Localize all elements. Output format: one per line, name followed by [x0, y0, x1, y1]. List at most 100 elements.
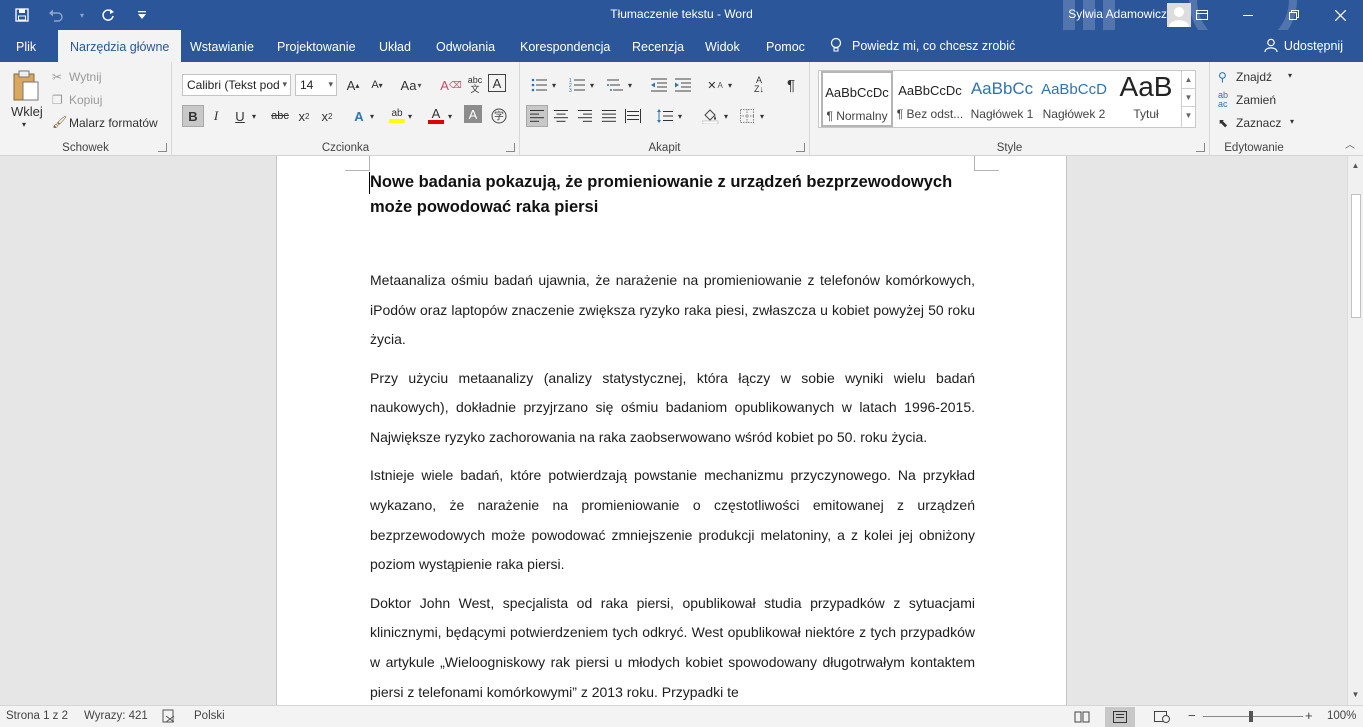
justify-icon[interactable]: [598, 105, 620, 127]
share-button[interactable]: Udostępnij: [1264, 30, 1343, 62]
shading-icon[interactable]: [700, 105, 722, 127]
scroll-up-icon[interactable]: ▲: [1182, 71, 1195, 89]
font-name-combo[interactable]: Calibri (Tekst pod ▾: [182, 74, 291, 96]
minimize-icon[interactable]: [1225, 0, 1271, 30]
change-case-button[interactable]: Aa ▾: [396, 74, 426, 96]
copy-label: Kopiuj: [69, 93, 103, 107]
sort-icon[interactable]: A Z↓: [748, 74, 770, 96]
share-person-icon: [1264, 38, 1278, 55]
share-label: Udostępnij: [1283, 39, 1343, 53]
document-content[interactable]: Nowe badania pokazują, że promieniowanie…: [369, 170, 975, 705]
tell-me-search[interactable]: Powiedz mi, co chcesz zrobić: [830, 30, 1015, 62]
paragraph: Istnieje wiele badań, które potwierdzają…: [370, 467, 975, 573]
zoom-slider-track[interactable]: [1203, 716, 1303, 717]
grow-font-icon[interactable]: A ▴: [342, 74, 364, 96]
enclose-characters-icon[interactable]: 字: [488, 105, 510, 127]
tab-references[interactable]: Odwołania: [424, 30, 507, 62]
style-heading-1[interactable]: AaBbCc Nagłówek 1: [966, 71, 1038, 127]
more-styles-icon[interactable]: ▼: [1182, 107, 1195, 125]
scroll-down-icon[interactable]: ▼: [1348, 687, 1363, 703]
paste-button[interactable]: Wklej ▾: [6, 68, 46, 138]
zoom-out-icon[interactable]: −: [1188, 708, 1196, 723]
collapse-ribbon-icon[interactable]: ︿: [1345, 136, 1355, 151]
chevron-down-icon: ▾: [22, 120, 27, 129]
chevron-down-icon[interactable]: ▾: [724, 74, 736, 96]
tab-insert[interactable]: Wstawianie: [178, 30, 266, 62]
paragraph-launcher-icon[interactable]: [796, 143, 805, 152]
font-launcher-icon[interactable]: [506, 143, 515, 152]
phonetic-guide-icon[interactable]: abc 文: [464, 74, 486, 96]
restore-icon[interactable]: [1271, 0, 1317, 30]
document-page[interactable]: Nowe badania pokazują, że promieniowanie…: [276, 156, 1067, 705]
ribbon-display-options-icon[interactable]: [1179, 0, 1225, 30]
bold-icon[interactable]: B: [182, 105, 204, 127]
crop-mark: [974, 156, 975, 170]
show-formatting-marks-icon[interactable]: ¶: [780, 74, 802, 96]
multilevel-list-icon[interactable]: [604, 74, 626, 96]
clipboard-launcher-icon[interactable]: [158, 143, 167, 152]
chevron-down-icon[interactable]: ▾: [366, 105, 378, 127]
clear-formatting-icon[interactable]: A ⌫: [440, 74, 462, 96]
chevron-down-icon[interactable]: ▾: [624, 74, 636, 96]
crop-mark: [345, 170, 370, 171]
proofing-icon[interactable]: [162, 709, 176, 726]
chevron-down-icon[interactable]: ▾: [586, 74, 598, 96]
language[interactable]: Polski: [194, 710, 225, 722]
superscript-icon[interactable]: x2: [316, 105, 338, 127]
align-center-icon[interactable]: [550, 105, 572, 127]
character-border-icon[interactable]: A: [488, 74, 506, 92]
line-spacing-icon[interactable]: [654, 105, 676, 127]
tab-help[interactable]: Pomoc: [754, 30, 817, 62]
scroll-down-icon[interactable]: ▼: [1182, 89, 1195, 107]
chevron-down-icon[interactable]: ▾: [444, 105, 456, 127]
web-layout-icon[interactable]: [1147, 707, 1177, 727]
tab-file[interactable]: Plik: [4, 30, 48, 62]
align-right-icon[interactable]: [574, 105, 596, 127]
distributed-icon[interactable]: [622, 105, 644, 127]
chevron-down-icon[interactable]: ▾: [248, 105, 260, 127]
chevron-down-icon[interactable]: ▾: [756, 105, 768, 127]
decrease-indent-icon[interactable]: [648, 74, 670, 96]
bullets-icon[interactable]: [528, 74, 550, 96]
align-left-icon[interactable]: [526, 105, 548, 127]
chevron-down-icon[interactable]: ▾: [720, 105, 732, 127]
style-normal[interactable]: AaBbCcDc ¶ Normalny: [821, 71, 893, 127]
paragraph: Doktor John West, specjalista od raka pi…: [370, 594, 975, 700]
font-size-combo[interactable]: 14 ▾: [295, 74, 337, 96]
page-count[interactable]: Strona 1 z 2: [6, 710, 68, 722]
chevron-down-icon[interactable]: ▾: [548, 74, 560, 96]
tab-review[interactable]: Recenzja: [620, 30, 696, 62]
asian-layout-icon[interactable]: ✕ A: [704, 74, 726, 96]
zoom-slider-thumb[interactable]: [1249, 711, 1253, 722]
character-shading-icon[interactable]: A: [464, 105, 482, 123]
zoom-level[interactable]: 100%: [1327, 710, 1356, 722]
user-name[interactable]: Sylwia Adamowicz: [1068, 7, 1167, 21]
print-layout-icon[interactable]: [1105, 707, 1135, 727]
chevron-down-icon[interactable]: ▾: [674, 105, 686, 127]
italic-icon[interactable]: I: [205, 105, 227, 127]
style-heading-2[interactable]: AaBbCcD Nagłówek 2: [1038, 71, 1110, 127]
tab-design[interactable]: Projektowanie: [265, 30, 368, 62]
word-count[interactable]: Wyrazy: 421: [84, 710, 148, 722]
subscript-icon[interactable]: x2: [293, 105, 315, 127]
vertical-scrollbar[interactable]: ▲ ▼: [1347, 156, 1363, 705]
scrollbar-thumb[interactable]: [1351, 194, 1361, 318]
chevron-down-icon[interactable]: ▾: [404, 105, 416, 127]
scroll-up-icon[interactable]: ▲: [1348, 158, 1363, 174]
tab-home[interactable]: Narzędzia główne: [58, 30, 182, 62]
strikethrough-icon[interactable]: abc: [269, 105, 291, 127]
style-no-spacing[interactable]: AaBbCcDc ¶ Bez odst...: [894, 71, 966, 127]
close-icon[interactable]: [1317, 0, 1363, 30]
shrink-font-icon[interactable]: A ▾: [366, 74, 388, 96]
numbering-icon[interactable]: 123: [566, 74, 588, 96]
read-mode-icon[interactable]: [1067, 707, 1097, 727]
styles-launcher-icon[interactable]: [1196, 143, 1205, 152]
styles-group-label: Style: [996, 142, 1023, 154]
style-title[interactable]: AaB Tytuł: [1110, 71, 1182, 127]
tab-mailings[interactable]: Korespondencja: [508, 30, 622, 62]
borders-icon[interactable]: [736, 105, 758, 127]
tab-layout[interactable]: Układ: [367, 30, 423, 62]
zoom-in-icon[interactable]: +: [1305, 708, 1313, 723]
tab-view[interactable]: Widok: [693, 30, 752, 62]
increase-indent-icon[interactable]: [672, 74, 694, 96]
